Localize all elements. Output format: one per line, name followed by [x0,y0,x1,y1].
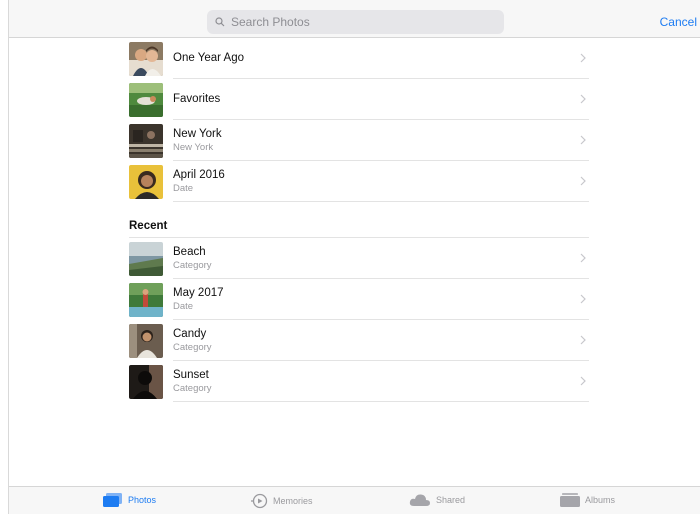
list-item[interactable]: New York New York [129,120,589,161]
list-item-subtitle: Date [173,182,194,194]
tab-photos[interactable]: Photos [103,493,156,507]
tab-memories[interactable]: Memories [250,493,313,509]
tab-bar: Photos Memories Shared Albums [9,486,700,514]
people-photo-thumbnail [129,41,163,76]
photos-search-screen: Cancel One Year Ago [8,0,700,514]
chevron-right-icon [577,92,589,106]
tab-shared[interactable]: Shared [409,493,465,507]
list-item[interactable]: One Year Ago [129,38,589,79]
chevron-right-icon [577,133,589,147]
cloud-icon [409,493,431,507]
garden-photo-thumbnail [129,282,163,317]
list-item-title: Sunset [173,368,209,381]
list-item-subtitle: New York [173,141,214,153]
list-item-title: Favorites [173,93,221,105]
search-field[interactable] [207,10,504,34]
tab-label: Memories [273,496,313,506]
list-item[interactable]: Favorites [129,79,589,120]
list-item-title: Beach [173,245,206,258]
albums-icon [560,493,580,507]
memories-icon [250,493,268,509]
list-item-subtitle: Category [173,341,212,353]
candy-photo-thumbnail [129,323,163,358]
search-icon [213,15,227,29]
list-item-title: April 2016 [173,168,225,181]
tab-albums[interactable]: Albums [560,493,615,507]
tab-label: Shared [436,495,466,505]
list-item-title: One Year Ago [173,52,244,64]
search-input[interactable] [231,15,481,29]
city-photo-thumbnail [129,123,163,158]
list-item-title: Candy [173,327,207,340]
chevron-right-icon [577,292,589,306]
list-item[interactable]: May 2017 Date [129,279,589,320]
tab-label: Photos [128,495,157,505]
portrait-photo-thumbnail [129,164,163,199]
recent-section-title: Recent [129,202,589,238]
search-suggestions-list: One Year Ago Favorites New York New York… [129,38,589,402]
list-item-subtitle: Date [173,300,194,312]
search-header: Cancel [9,0,700,38]
list-item-subtitle: Category [173,259,212,271]
grass-photo-thumbnail [129,82,163,117]
list-item-title: New York [173,127,222,140]
chevron-right-icon [577,333,589,347]
list-item[interactable]: Candy Category [129,320,589,361]
chevron-right-icon [577,251,589,265]
chevron-right-icon [577,374,589,388]
cancel-button[interactable]: Cancel [660,15,697,29]
list-item[interactable]: April 2016 Date [129,161,589,202]
tab-label: Albums [585,495,616,505]
list-item-title: May 2017 [173,286,224,299]
list-item[interactable]: Beach Category [129,238,589,279]
sunset-photo-thumbnail [129,364,163,399]
chevron-right-icon [577,51,589,65]
list-item-subtitle: Category [173,382,212,394]
chevron-right-icon [577,174,589,188]
photos-icon [103,493,123,507]
beach-photo-thumbnail [129,241,163,276]
list-item[interactable]: Sunset Category [129,361,589,402]
